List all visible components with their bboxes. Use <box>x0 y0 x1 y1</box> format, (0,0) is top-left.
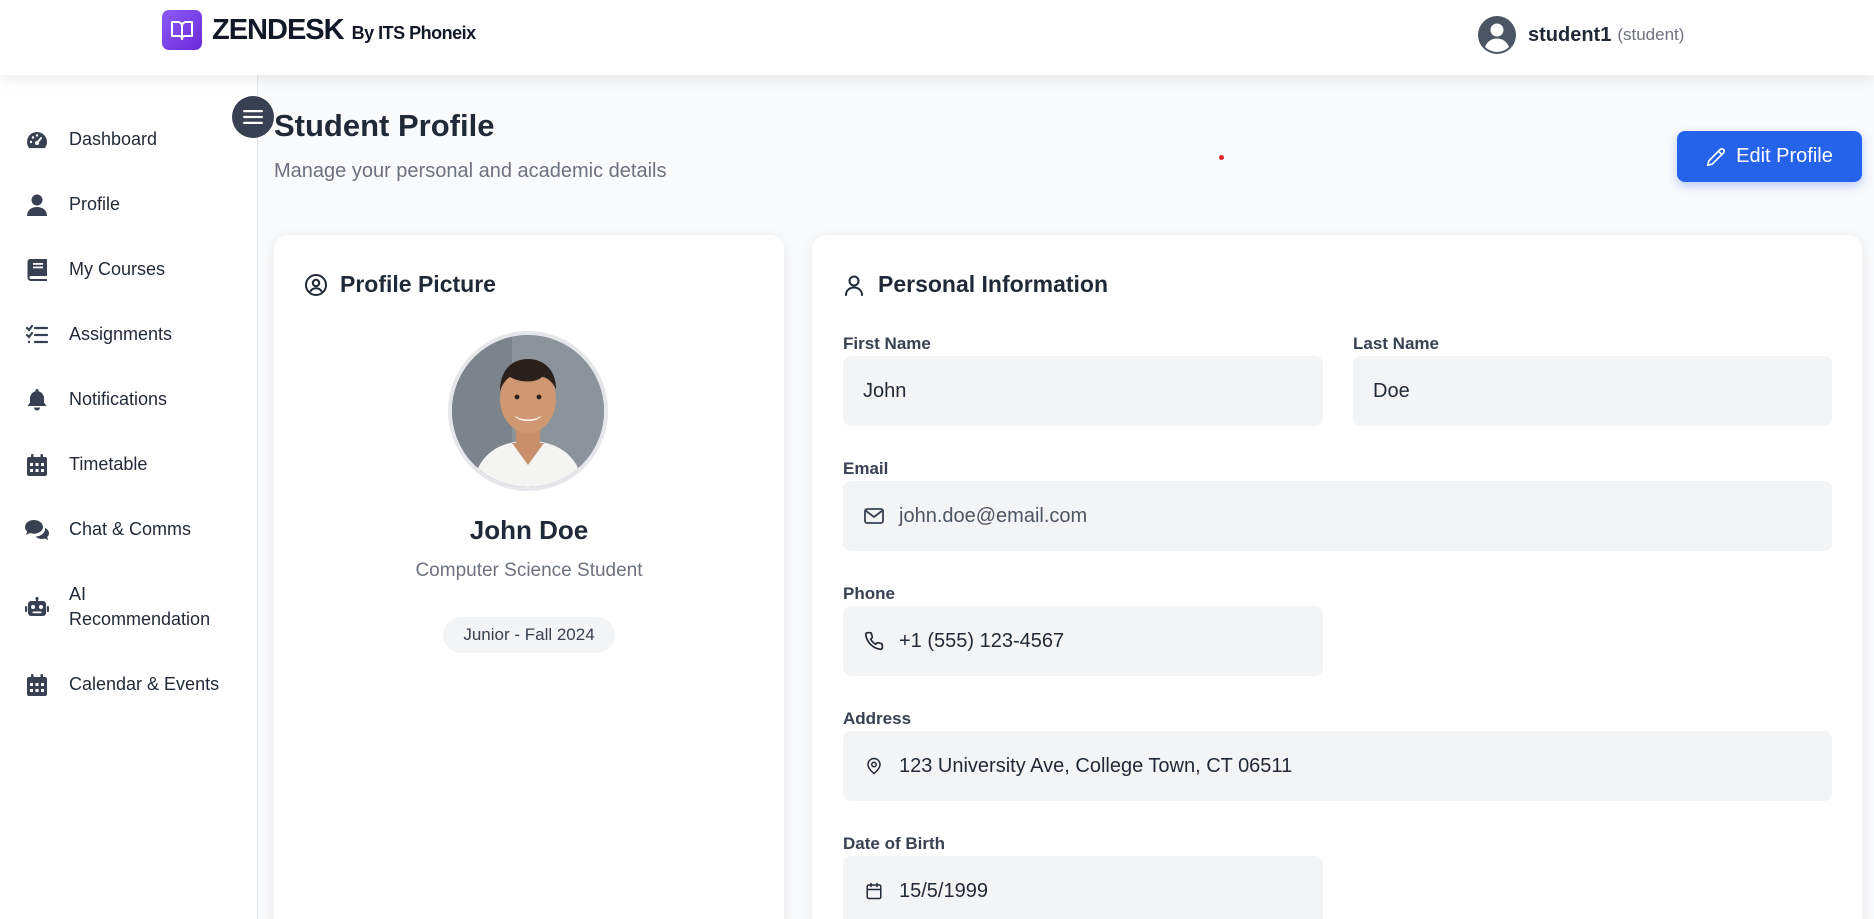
calendar-icon <box>25 673 49 697</box>
gauge-icon <box>25 128 49 152</box>
book-open-icon <box>162 10 202 50</box>
card-header: Personal Information <box>842 271 1108 298</box>
term-badge: Junior - Fall 2024 <box>443 617 615 653</box>
user-outline-icon <box>845 275 863 296</box>
user-avatar-icon <box>1478 16 1516 54</box>
calendar-icon <box>25 453 49 477</box>
book-icon <box>25 258 49 282</box>
last-name-field[interactable]: Doe <box>1353 356 1832 426</box>
user-name: student1 <box>1528 23 1612 46</box>
phone-field[interactable]: +1 (555) 123-4567 <box>843 606 1323 676</box>
last-name-value: Doe <box>1373 379 1410 402</box>
menu-icon <box>243 110 263 124</box>
first-name-value: John <box>863 379 907 402</box>
address-value: 123 University Ave, College Town, CT 065… <box>899 754 1293 777</box>
card-header: Profile Picture <box>304 271 496 298</box>
map-pin-icon <box>863 755 885 777</box>
sidebar-item-calendar-events[interactable]: Calendar & Events <box>25 672 245 697</box>
sidebar-item-label: Assignments <box>69 324 173 344</box>
page-title: Student Profile <box>274 108 495 143</box>
address-label: Address <box>843 709 912 728</box>
list-check-icon <box>25 323 49 347</box>
profile-photo <box>448 331 608 491</box>
card-title: Profile Picture <box>340 271 496 297</box>
sidebar-item-label: Chat & Comms <box>69 519 192 539</box>
sidebar-item-label: Dashboard <box>69 129 158 149</box>
phone-icon <box>863 630 885 652</box>
sidebar-item-label: My Courses <box>69 259 166 279</box>
personal-information-card: Personal Information First Name John Las… <box>812 235 1862 919</box>
cursor-dot <box>1219 155 1224 160</box>
email-field[interactable]: john.doe@email.com <box>843 481 1832 551</box>
edit-profile-label: Edit Profile <box>1736 145 1833 167</box>
user-role: (student) <box>1617 25 1685 44</box>
user-menu[interactable]: student1 (student) <box>1478 16 1684 54</box>
bell-icon <box>25 388 49 412</box>
user-icon <box>25 193 49 217</box>
last-name-label: Last Name <box>1353 334 1439 353</box>
dob-value: 15/5/1999 <box>899 879 988 902</box>
sidebar-item-label: Calendar & Events <box>69 674 220 694</box>
profile-name: John Doe <box>469 515 589 545</box>
phone-label: Phone <box>843 584 895 603</box>
edit-profile-button[interactable]: Edit Profile <box>1677 131 1862 182</box>
robot-icon <box>25 595 49 619</box>
address-field[interactable]: 123 University Ave, College Town, CT 065… <box>843 731 1832 801</box>
sidebar-item-label: Timetable <box>69 454 148 474</box>
profile-major: Computer Science Student <box>415 560 643 581</box>
brand-subtitle: By ITS Phoneix <box>351 22 477 43</box>
page-subtitle: Manage your personal and academic detail… <box>274 160 667 182</box>
sidebar-item-chat-comms[interactable]: Chat & Comms <box>25 517 245 542</box>
mail-icon <box>863 505 885 527</box>
dob-field[interactable]: 15/5/1999 <box>843 856 1323 919</box>
calendar-outline-icon <box>863 880 885 902</box>
sidebar-item-my-courses[interactable]: My Courses <box>25 257 245 282</box>
sidebar-toggle-button[interactable] <box>232 96 274 138</box>
sidebar-item-timetable[interactable]: Timetable <box>25 452 245 477</box>
sidebar: Dashboard Profile My Courses Assignments… <box>0 75 258 919</box>
profile-picture-card: Profile Picture John Doe Computer Scienc… <box>274 235 784 919</box>
brand-name: ZENDESK <box>212 13 345 46</box>
pencil-icon <box>1706 147 1726 166</box>
email-label: Email <box>843 459 889 478</box>
first-name-label: First Name <box>843 334 931 353</box>
sidebar-item-label: Profile <box>69 194 121 214</box>
sidebar-item-label: AI Recommendation <box>69 584 211 629</box>
card-title: Personal Information <box>878 271 1109 297</box>
email-value: john.doe@email.com <box>899 504 1088 527</box>
comments-icon <box>25 518 49 542</box>
sidebar-item-ai-recommendation[interactable]: AI Recommendation <box>25 582 245 632</box>
phone-value: +1 (555) 123-4567 <box>899 629 1065 652</box>
sidebar-item-notifications[interactable]: Notifications <box>25 387 245 412</box>
brand[interactable]: ZENDESK By ITS Phoneix <box>162 10 476 50</box>
user-circle-icon <box>305 273 327 296</box>
dob-label: Date of Birth <box>843 834 945 853</box>
sidebar-item-profile[interactable]: Profile <box>25 192 245 217</box>
first-name-field[interactable]: John <box>843 356 1323 426</box>
sidebar-item-dashboard[interactable]: Dashboard <box>25 127 245 152</box>
sidebar-item-assignments[interactable]: Assignments <box>25 322 245 347</box>
sidebar-item-label: Notifications <box>69 389 168 409</box>
top-header: ZENDESK By ITS Phoneix student1 (student… <box>0 0 1874 75</box>
